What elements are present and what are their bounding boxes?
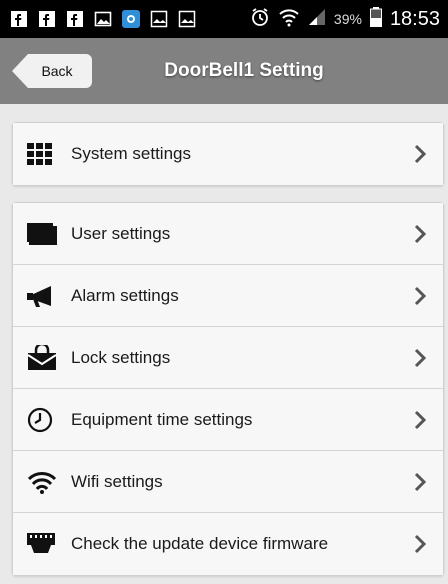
back-button[interactable]: Back [12, 54, 92, 88]
settings-row-label: Wifi settings [71, 471, 163, 491]
app-icon [120, 8, 142, 30]
notification-icons [8, 8, 198, 30]
megaphone-icon [27, 282, 61, 310]
chevron-right-icon [411, 222, 429, 246]
grid-icon [27, 140, 61, 168]
settings-row-lock[interactable]: Lock settings [13, 327, 443, 389]
system-settings-group: System settings [12, 122, 444, 186]
chevron-right-icon [411, 346, 429, 370]
settings-row-alarm[interactable]: Alarm settings [13, 265, 443, 327]
signal-icon [308, 8, 326, 31]
chip-icon [27, 530, 61, 558]
settings-row-label: Alarm settings [71, 285, 179, 305]
settings-row-time[interactable]: Equipment time settings [13, 389, 443, 451]
picture-icon [176, 8, 198, 30]
chevron-right-icon [411, 142, 429, 166]
clock-icon [27, 406, 61, 434]
settings-row-label: Check the update device firmware [71, 534, 329, 553]
chevron-right-icon [411, 284, 429, 308]
settings-row-system[interactable]: System settings [13, 123, 443, 185]
status-bar: 39% 18:53 [0, 0, 448, 38]
settings-row-label: System settings [71, 144, 191, 163]
picture-icon [148, 8, 170, 30]
chevron-right-icon [411, 532, 429, 556]
alarm-icon [250, 7, 270, 32]
facebook-icon [64, 8, 86, 30]
facebook-icon [8, 8, 30, 30]
image-icon [92, 8, 114, 30]
system-status: 39% 18:53 [250, 6, 440, 32]
settings-row-wifi[interactable]: Wifi settings [13, 451, 443, 513]
settings-row-label: Equipment time settings [71, 409, 253, 429]
settings-list-group: User settings Alarm settings Lock settin… [12, 202, 444, 576]
settings-row-label: Lock settings [71, 347, 171, 367]
lock-box-icon [27, 344, 61, 372]
chevron-right-icon [411, 470, 429, 494]
battery-percent: 39% [333, 11, 362, 27]
title-bar: Back DoorBell1 Setting [0, 38, 448, 104]
user-card-icon [27, 220, 61, 248]
settings-row-firmware[interactable]: Check the update device firmware [13, 513, 443, 575]
page-title: DoorBell1 Setting [164, 60, 324, 81]
settings-row-label: User settings [71, 223, 171, 243]
wifi-icon [278, 7, 300, 32]
clock-time: 18:53 [389, 7, 440, 30]
facebook-icon [36, 8, 58, 30]
settings-row-user[interactable]: User settings [13, 203, 443, 265]
wifi-icon [27, 468, 61, 496]
chevron-right-icon [411, 408, 429, 432]
battery-icon [369, 6, 382, 32]
